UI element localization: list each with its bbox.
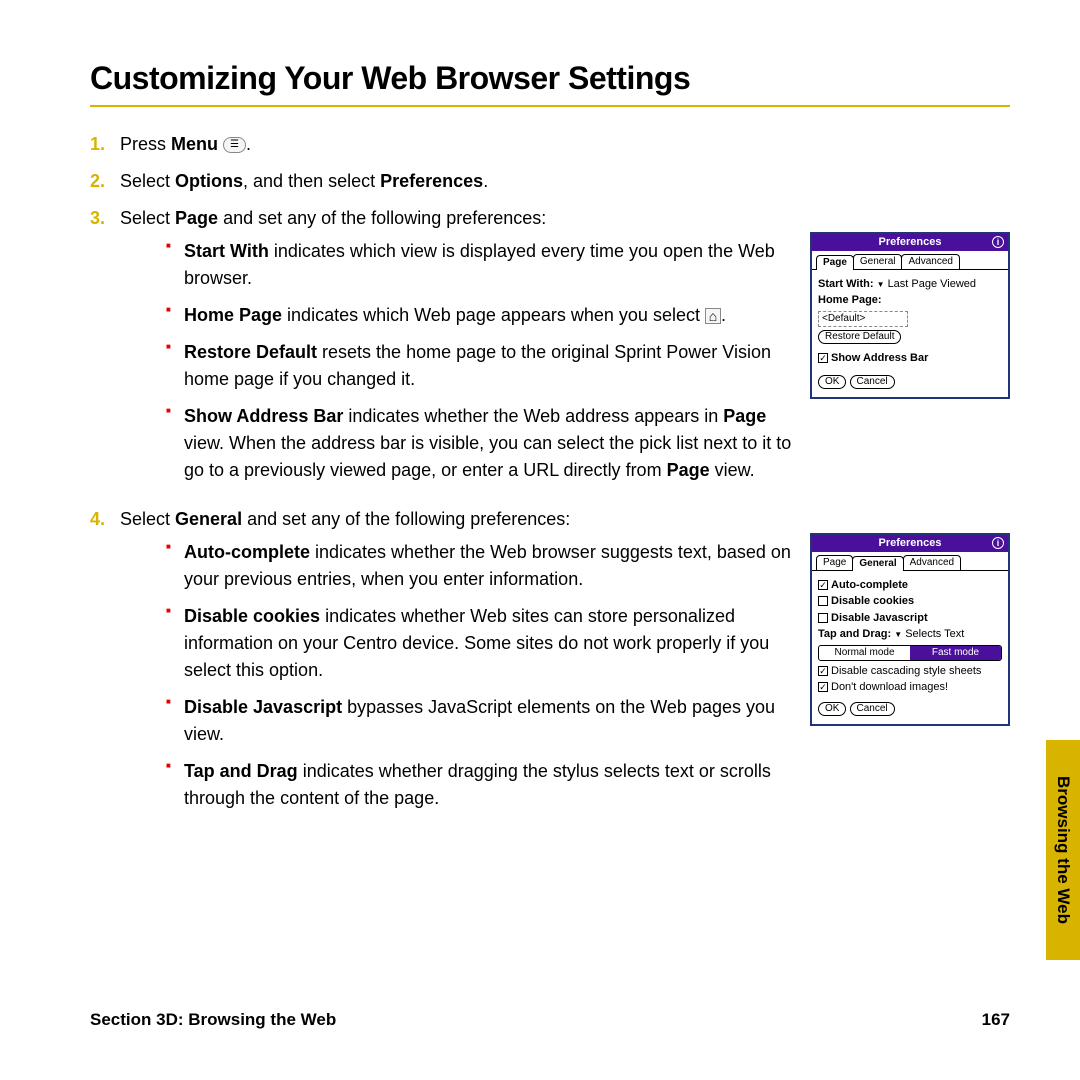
disable-cookies-checkbox[interactable] bbox=[818, 596, 828, 606]
dont-download-images-label: Don't download images! bbox=[831, 681, 948, 693]
show-addr-label: Show Address Bar bbox=[831, 352, 928, 364]
start-with-value[interactable]: Last Page Viewed bbox=[888, 278, 976, 290]
prefs-tabs: Page General Advanced bbox=[812, 251, 1008, 270]
step-4: Select General and set any of the follow… bbox=[90, 506, 1010, 824]
steps-list: Press Menu ☰. Select Options, and then s… bbox=[90, 131, 1010, 824]
bullet-disable-js: Disable Javascript bypasses JavaScript e… bbox=[166, 694, 794, 748]
ok-button[interactable]: OK bbox=[818, 375, 846, 389]
step-4c: and set any of the following preferences… bbox=[242, 509, 570, 529]
disable-js-label: Disable Javascript bbox=[831, 612, 928, 624]
tab-general[interactable]: General bbox=[853, 254, 903, 269]
auto-complete-label: Auto-complete bbox=[831, 579, 908, 591]
start-with-label: Start With: bbox=[818, 278, 874, 290]
info-icon-2: i bbox=[992, 537, 1004, 549]
side-tab: Browsing the Web bbox=[1046, 740, 1080, 960]
page-footer: Section 3D: Browsing the Web 167 bbox=[90, 1010, 1010, 1030]
step-1: Press Menu ☰. bbox=[90, 131, 1010, 158]
menu-key-icon: ☰ bbox=[223, 137, 246, 153]
step-4b: General bbox=[175, 509, 242, 529]
bullet-auto-complete: Auto-complete indicates whether the Web … bbox=[166, 539, 794, 593]
disable-js-checkbox[interactable] bbox=[818, 613, 828, 623]
step-3b: Page bbox=[175, 208, 218, 228]
tab-page[interactable]: Page bbox=[816, 255, 854, 270]
title-underline bbox=[90, 105, 1010, 107]
step-2d: Preferences bbox=[380, 171, 483, 191]
step-3c: and set any of the following preferences… bbox=[218, 208, 546, 228]
step-2b: Options bbox=[175, 171, 243, 191]
footer-page-number: 167 bbox=[982, 1010, 1010, 1030]
restore-default-button[interactable]: Restore Default bbox=[818, 330, 901, 344]
dropdown-icon[interactable]: ▼ bbox=[877, 280, 885, 289]
show-addr-checkbox[interactable]: ✓ bbox=[818, 353, 828, 363]
step-3a: Select bbox=[120, 208, 175, 228]
tap-drag-value[interactable]: Selects Text bbox=[905, 628, 964, 640]
step-2c: , and then select bbox=[243, 171, 380, 191]
step-3: Select Page and set any of the following… bbox=[90, 205, 1010, 496]
screenshot-general-prefs: Preferences i Page General Advanced ✓Aut… bbox=[810, 533, 1010, 726]
tab-general-2[interactable]: General bbox=[852, 556, 903, 571]
home-page-label: Home Page: bbox=[818, 294, 882, 306]
disable-cookies-label: Disable cookies bbox=[831, 595, 914, 607]
step-2: Select Options, and then select Preferen… bbox=[90, 168, 1010, 195]
cancel-button-2[interactable]: Cancel bbox=[850, 702, 895, 716]
page-title: Customizing Your Web Browser Settings bbox=[90, 60, 1010, 97]
prefs-tabs-2: Page General Advanced bbox=[812, 552, 1008, 571]
disable-css-checkbox[interactable]: ✓ bbox=[818, 666, 828, 676]
fast-mode-tab[interactable]: Fast mode bbox=[910, 646, 1001, 660]
side-tab-label: Browsing the Web bbox=[1053, 776, 1073, 924]
screenshot-page-prefs: Preferences i Page General Advanced Star… bbox=[810, 232, 1010, 399]
step-3-bullets: Start With indicates which view is displ… bbox=[166, 238, 794, 484]
home-page-field[interactable]: <Default> bbox=[818, 311, 908, 327]
bullet-restore-default: Restore Default resets the home page to … bbox=[166, 339, 794, 393]
footer-section: Section 3D: Browsing the Web bbox=[90, 1010, 336, 1030]
bullet-start-with: Start With indicates which view is displ… bbox=[166, 238, 794, 292]
step-1-end: . bbox=[246, 134, 251, 154]
dropdown-icon-2[interactable]: ▼ bbox=[894, 630, 902, 639]
disable-css-label: Disable cascading style sheets bbox=[831, 665, 981, 677]
screenshot-titlebar: Preferences i bbox=[812, 234, 1008, 251]
screenshot-titlebar-2: Preferences i bbox=[812, 535, 1008, 552]
mode-tabs[interactable]: Normal mode Fast mode bbox=[818, 645, 1002, 661]
step-2a: Select bbox=[120, 171, 175, 191]
step-1-menu: Menu bbox=[171, 134, 218, 154]
info-icon: i bbox=[992, 236, 1004, 248]
home-icon: ⌂ bbox=[705, 308, 721, 324]
dont-download-images-checkbox[interactable]: ✓ bbox=[818, 682, 828, 692]
tap-drag-label: Tap and Drag: bbox=[818, 628, 891, 640]
step-1-text: Press bbox=[120, 134, 171, 154]
tab-advanced[interactable]: Advanced bbox=[901, 254, 959, 269]
step-2e: . bbox=[483, 171, 488, 191]
screenshot-title-2: Preferences bbox=[879, 537, 942, 550]
step-4-bullets: Auto-complete indicates whether the Web … bbox=[166, 539, 794, 812]
bullet-home-page: Home Page indicates which Web page appea… bbox=[166, 302, 794, 329]
tab-advanced-2[interactable]: Advanced bbox=[903, 555, 961, 570]
auto-complete-checkbox[interactable]: ✓ bbox=[818, 580, 828, 590]
normal-mode-tab[interactable]: Normal mode bbox=[819, 646, 910, 660]
tab-page-2[interactable]: Page bbox=[816, 555, 853, 570]
bullet-tap-drag: Tap and Drag indicates whether dragging … bbox=[166, 758, 794, 812]
bullet-disable-cookies: Disable cookies indicates whether Web si… bbox=[166, 603, 794, 684]
ok-button-2[interactable]: OK bbox=[818, 702, 846, 716]
step-4a: Select bbox=[120, 509, 175, 529]
screenshot-title: Preferences bbox=[879, 236, 942, 249]
cancel-button[interactable]: Cancel bbox=[850, 375, 895, 389]
bullet-show-address-bar: Show Address Bar indicates whether the W… bbox=[166, 403, 794, 484]
